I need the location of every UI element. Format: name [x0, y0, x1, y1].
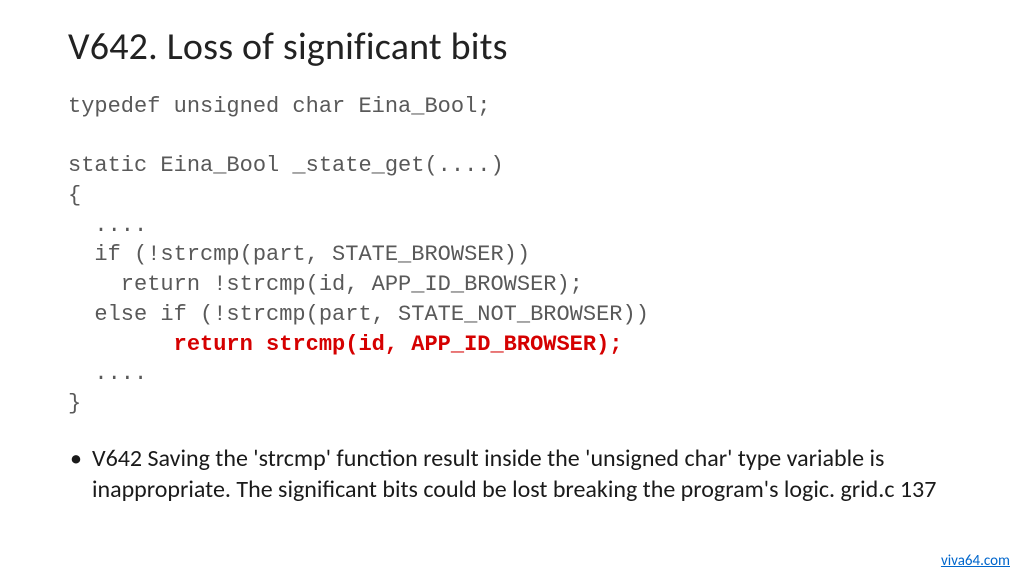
code-line: static Eina_Bool _state_get(....)	[68, 153, 504, 178]
bullet-text: V642 Saving the 'strcmp' function result…	[92, 443, 956, 505]
bullet-dot-icon: •	[70, 443, 82, 505]
code-line: {	[68, 183, 81, 208]
code-line: ....	[68, 361, 147, 386]
code-line: typedef unsigned char Eina_Bool;	[68, 94, 490, 119]
code-line: if (!strcmp(part, STATE_BROWSER))	[68, 242, 530, 267]
code-block: typedef unsigned char Eina_Bool; static …	[68, 92, 956, 419]
slide-content: V642. Loss of significant bits typedef u…	[0, 0, 1024, 505]
bullet-item: • V642 Saving the 'strcmp' function resu…	[68, 443, 956, 505]
code-line: }	[68, 391, 81, 416]
code-line: return !strcmp(id, APP_ID_BROWSER);	[68, 272, 583, 297]
footer-link[interactable]: viva64.com	[941, 552, 1010, 570]
code-line: ....	[68, 213, 147, 238]
code-line-highlight: return strcmp(id, APP_ID_BROWSER);	[121, 332, 623, 357]
slide-title: V642. Loss of significant bits	[68, 24, 956, 70]
code-line: else if (!strcmp(part, STATE_NOT_BROWSER…	[68, 302, 649, 327]
